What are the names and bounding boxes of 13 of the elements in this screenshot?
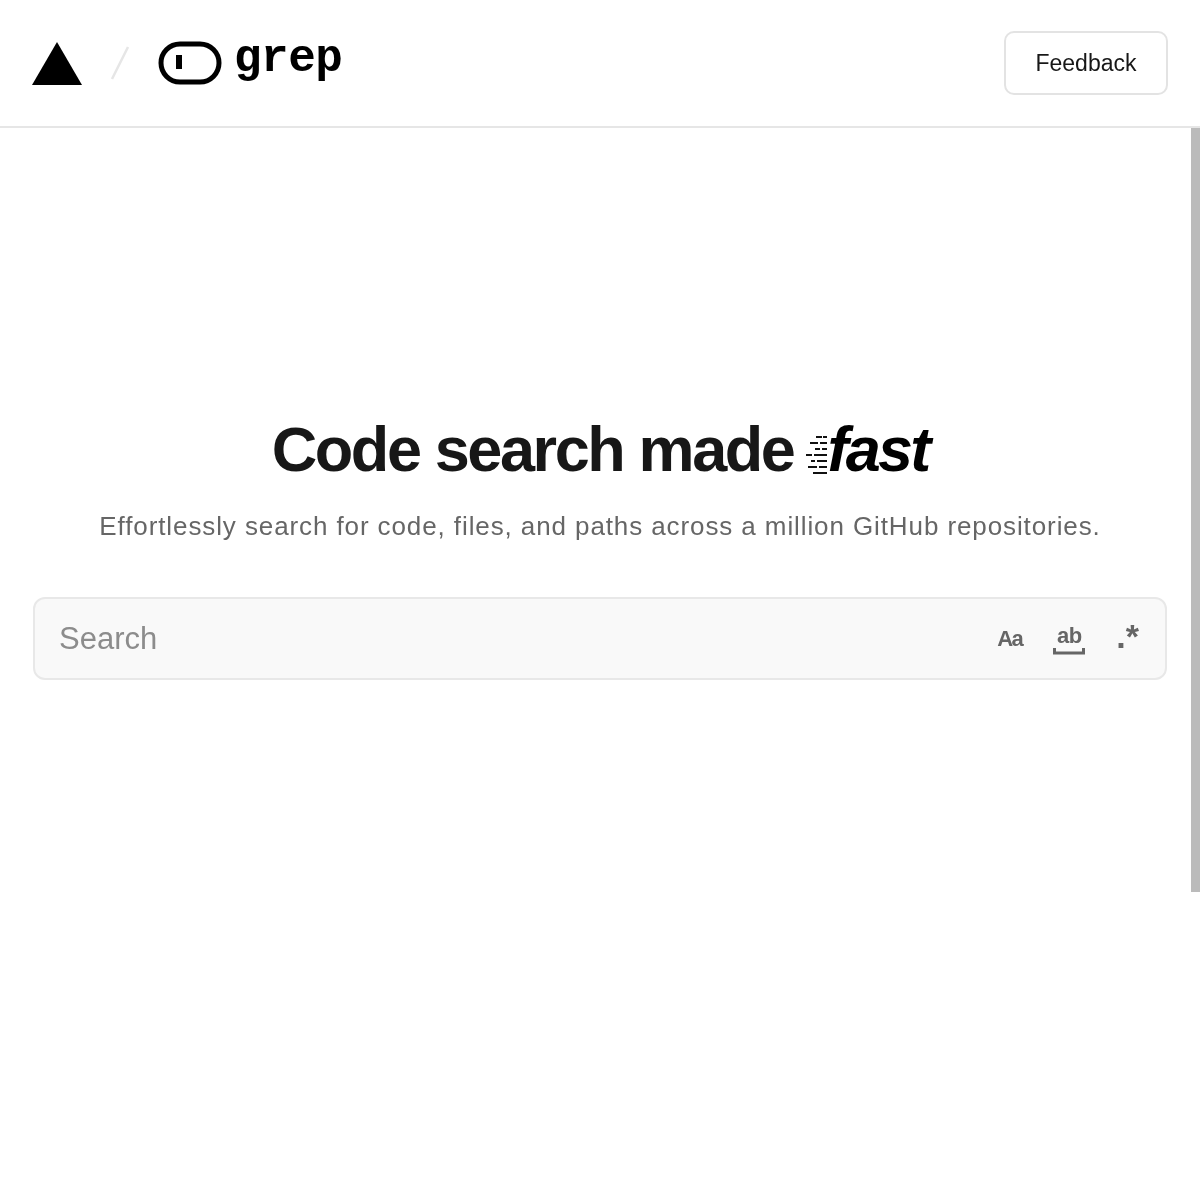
underline-bracket-icon [1053,647,1086,655]
triangle-logo-icon[interactable] [32,41,82,85]
slash-icon [110,46,130,80]
subtitle: Effortlessly search for code, files, and paths across a million GitHub repositories. [99,509,1101,543]
match-case-button[interactable]: Aa [997,627,1023,650]
regex-button[interactable]: .* [1116,624,1139,653]
search-field[interactable]: Search Aa ab .* [33,597,1167,681]
whole-word-button[interactable]: ab [1053,622,1086,655]
headline: Code search made [271,413,794,486]
feedback-button[interactable]: Feedback [1004,31,1168,95]
logo-text[interactable]: grep [234,36,343,82]
pill-logo-icon[interactable] [158,41,222,85]
scrollbar-thumb[interactable] [1191,128,1200,892]
